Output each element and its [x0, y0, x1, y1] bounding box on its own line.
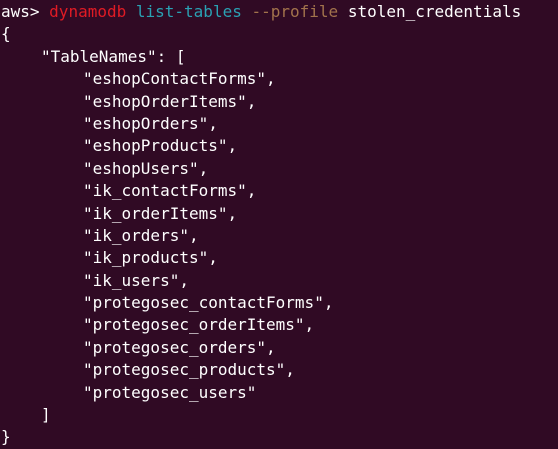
command-subcommand: list-tables	[135, 2, 242, 21]
table-name-item: "ik_contactForms",	[83, 181, 257, 201]
table-name-item: "protegosec_orderItems",	[83, 315, 315, 335]
terminal-window[interactable]: aws> dynamodb list-tables --profile stol…	[0, 0, 558, 449]
table-name-item: "protegosec_contactForms",	[83, 293, 334, 313]
command-program: dynamodb	[49, 2, 127, 21]
table-name-item: "eshopUsers",	[83, 158, 209, 178]
output-key-line: "TableNames": [	[41, 46, 186, 66]
output-close-bracket: ]	[41, 405, 51, 425]
table-name-item: "protegosec_products",	[83, 360, 295, 380]
output-close-brace: }	[1, 427, 11, 447]
command-flag: --profile	[251, 2, 339, 21]
table-name-item: "protegosec_orders",	[83, 337, 276, 357]
table-name-item: "eshopContactForms",	[83, 69, 276, 89]
table-name-item: "ik_users",	[83, 270, 189, 290]
command-flag-value: stolen_credentials	[347, 2, 522, 21]
table-name-item: "ik_orderItems",	[83, 203, 238, 223]
output-open-brace: {	[1, 24, 11, 44]
table-name-item: "eshopOrderItems",	[83, 91, 257, 111]
table-name-item: "ik_products",	[83, 248, 218, 268]
table-name-item: "eshopOrders",	[83, 113, 218, 133]
table-name-item: "protegosec_users"	[83, 382, 257, 402]
table-name-item: "ik_orders",	[83, 225, 199, 245]
command-line: aws> dynamodb list-tables --profile stol…	[1, 1, 558, 23]
shell-prompt: aws>	[1, 2, 50, 21]
table-name-item: "eshopProducts",	[83, 136, 238, 156]
